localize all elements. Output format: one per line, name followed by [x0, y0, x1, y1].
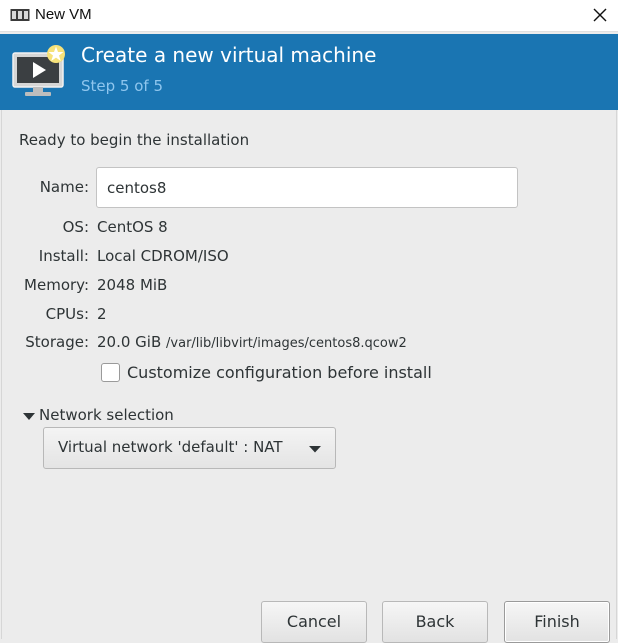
os-label: OS:: [62, 218, 89, 236]
name-label: Name:: [39, 178, 89, 196]
cpus-label: CPUs:: [45, 305, 89, 323]
install-label: Install:: [38, 247, 89, 265]
triangle-down-icon[interactable]: [23, 413, 35, 421]
storage-label: Storage:: [25, 333, 89, 351]
finish-button[interactable]: Finish: [504, 601, 610, 643]
install-value: Local CDROM/ISO: [97, 247, 229, 265]
window-title: New VM: [35, 6, 92, 23]
virt-manager-icon: [10, 9, 30, 21]
ready-message: Ready to begin the installation: [19, 131, 250, 149]
close-icon[interactable]: [588, 4, 612, 26]
window-titlebar: New VM: [0, 0, 618, 32]
network-selection-label[interactable]: Network selection: [39, 406, 174, 424]
vm-name-input[interactable]: [96, 167, 518, 208]
customize-config-label[interactable]: Customize configuration before install: [127, 363, 432, 382]
back-button[interactable]: Back: [382, 601, 488, 643]
wizard-header: Create a new virtual machine Step 5 of 5: [0, 34, 618, 110]
memory-label: Memory:: [24, 276, 89, 294]
storage-value: 20.0 GiB /var/lib/libvirt/images/centos8…: [97, 333, 407, 351]
storage-size: 20.0 GiB: [97, 333, 162, 351]
checkbox-box[interactable]: [101, 363, 120, 382]
cancel-button[interactable]: Cancel: [261, 601, 367, 643]
storage-path: /var/lib/libvirt/images/centos8.qcow2: [166, 336, 407, 351]
wizard-step-indicator: Step 5 of 5: [81, 77, 164, 95]
vm-monitor-new-icon: [12, 45, 65, 96]
network-source-value[interactable]: Virtual network 'default' : NAT: [58, 438, 283, 456]
network-source-dropdown[interactable]: Virtual network 'default' : NAT: [43, 427, 336, 469]
memory-value: 2048 MiB: [97, 276, 168, 294]
cpus-value: 2: [97, 305, 107, 323]
dropdown-arrow-icon[interactable]: [309, 446, 321, 453]
wizard-heading: Create a new virtual machine: [81, 43, 377, 67]
os-value: CentOS 8: [97, 218, 168, 236]
